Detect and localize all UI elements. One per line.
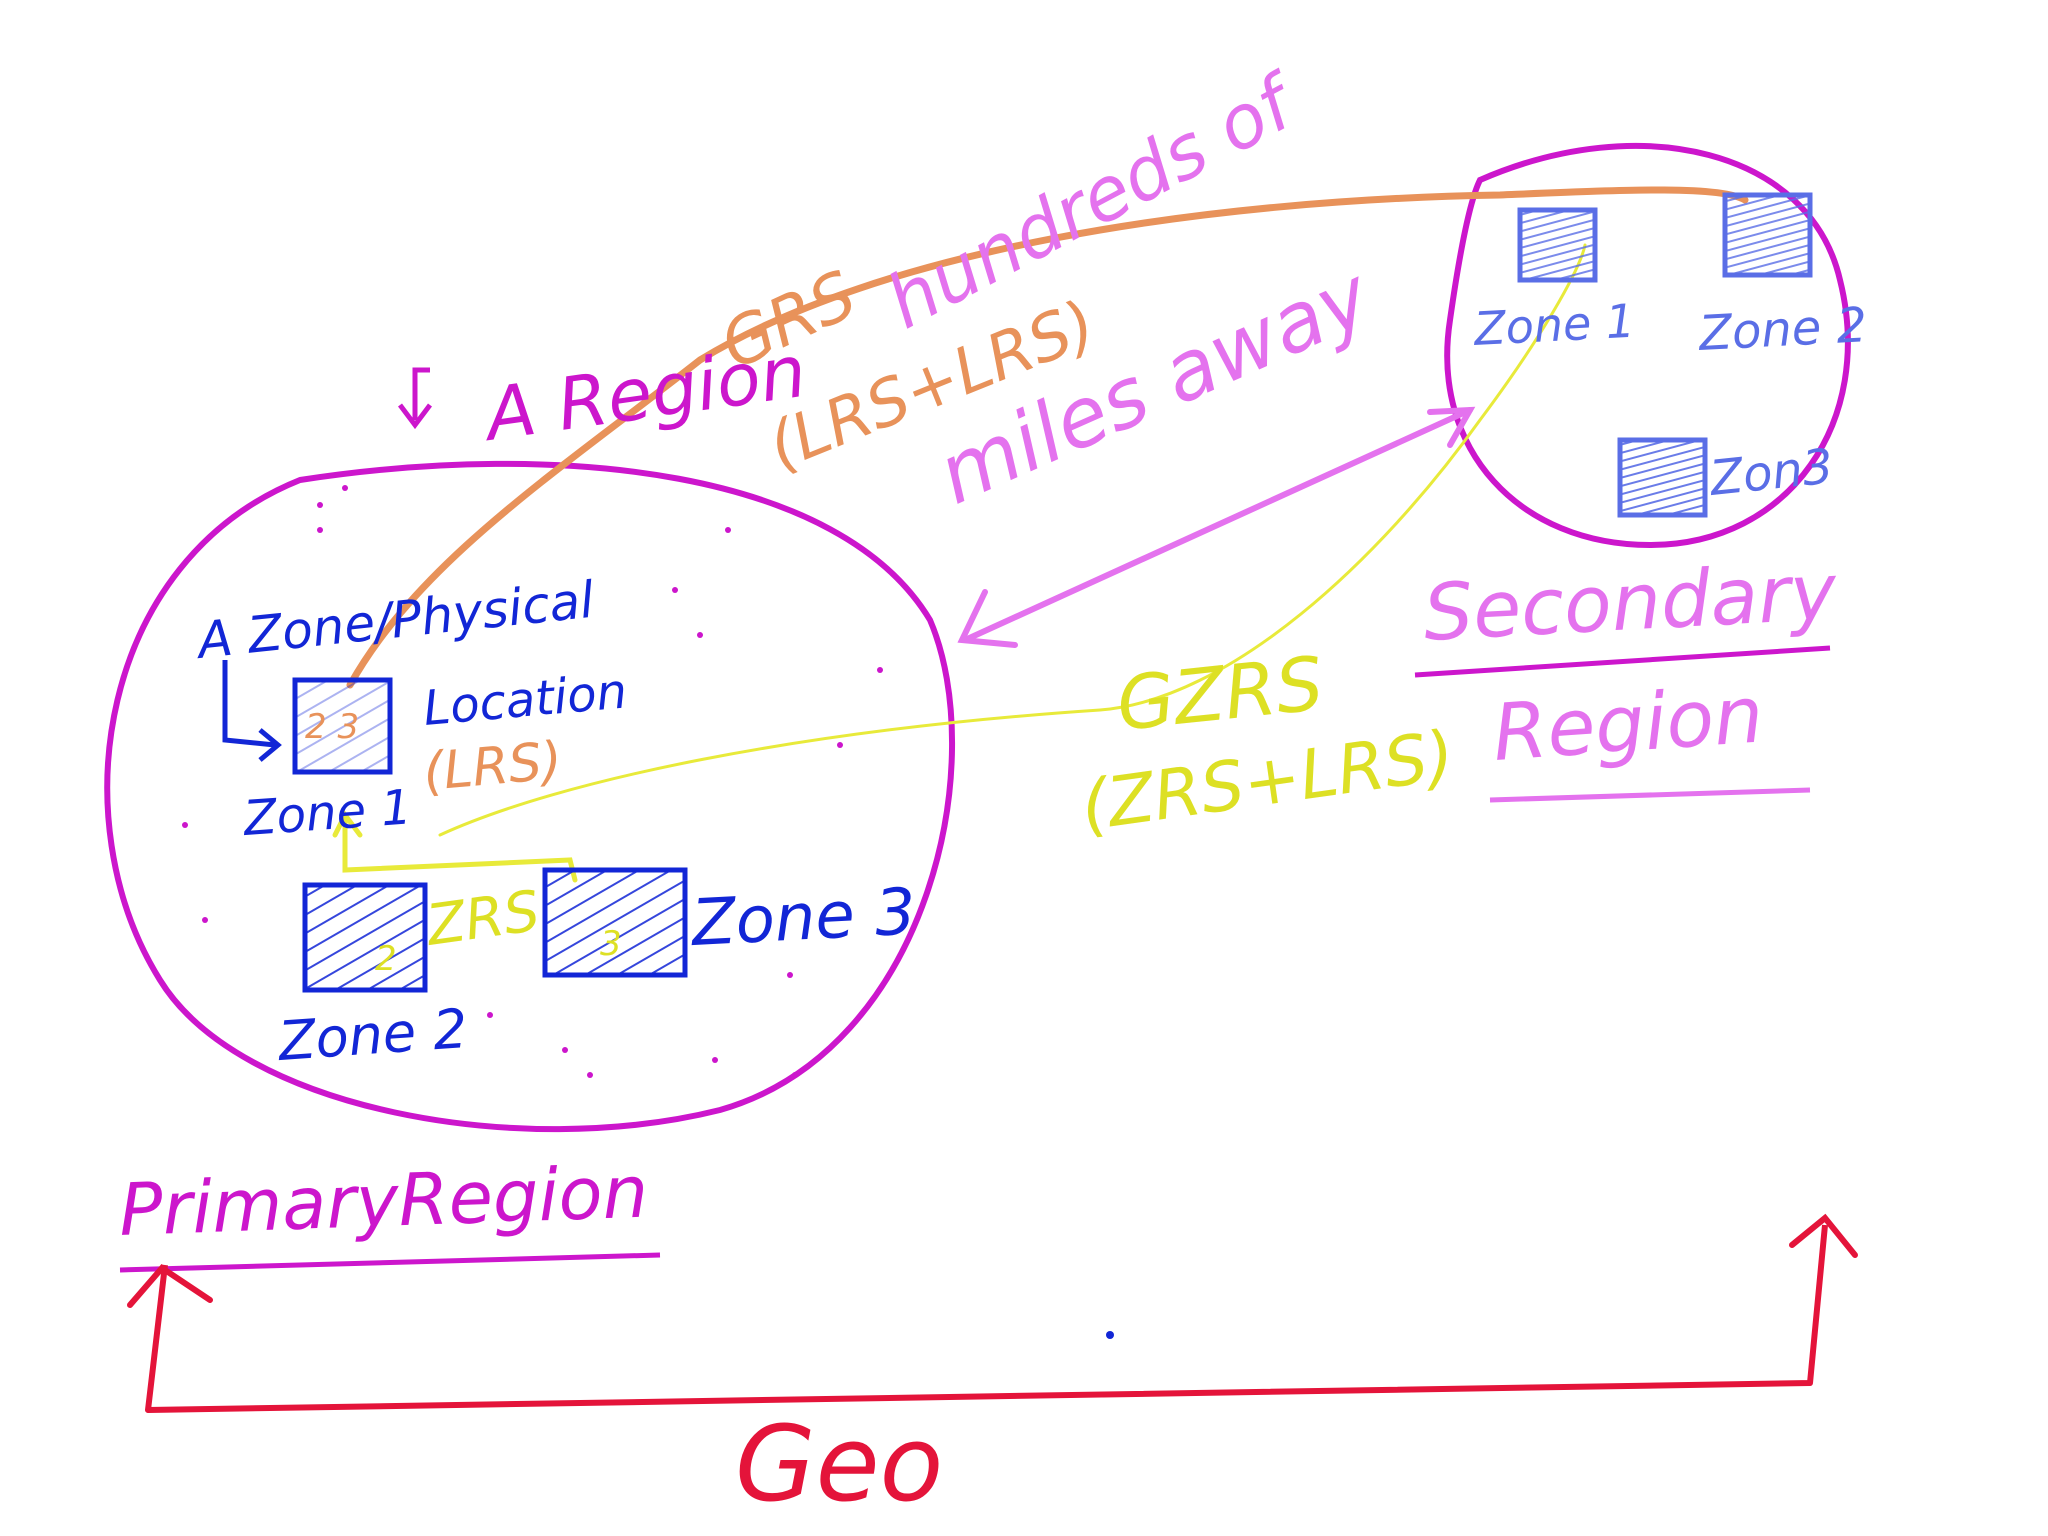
arrow-head-icon [127, 1264, 213, 1308]
secondary-region-label-line1: Secondary [1421, 547, 1840, 659]
primary-region-circle [104, 460, 955, 1133]
zrs-label: ZRS [421, 879, 544, 959]
primary-zone1-box: 2 3 [292, 677, 393, 775]
location-label: Location [421, 663, 629, 737]
zone2-mark: 2 [375, 939, 397, 979]
location-arrow [222, 660, 276, 748]
region-diagram: 2 3 2 3 A Region A Zone/Physical Locatio… [104, 57, 1869, 1525]
primary-zone3-label: Zone 3 [688, 875, 918, 961]
gzrs-label: GZRS [1113, 641, 1327, 748]
secondary-zone2-label: Zone 2 [1696, 297, 1869, 362]
geo-bracket [145, 1224, 1828, 1413]
zone1-marks: 2 3 [305, 707, 359, 747]
primary-zone2-label: Zone 2 [275, 997, 470, 1073]
secondary-zone1-label: Zone 1 [1471, 294, 1637, 356]
a-zone-physical-label: A Zone/Physical [192, 571, 597, 671]
primary-zone2-box: 2 [302, 882, 428, 993]
secondary-region-label-line2: Region [1490, 670, 1766, 779]
primary-zone3-box: 3 [542, 867, 688, 978]
primary-zone1-label: Zone 1 [240, 779, 413, 847]
secondary-zone1-box [1517, 207, 1598, 283]
primary-underline [119, 1252, 661, 1273]
geo-label: Geo [735, 1403, 943, 1525]
secondary-zone3-label: Zon3 [1705, 438, 1835, 507]
secondary-zone3-box [1617, 437, 1708, 518]
secondary-zone2-box [1722, 192, 1813, 278]
primary-region-label: PrimaryRegion [118, 1150, 650, 1252]
secondary-underline-2 [1489, 787, 1811, 803]
zone3-mark: 3 [600, 924, 622, 964]
lrs-label: (LRS) [421, 731, 564, 803]
